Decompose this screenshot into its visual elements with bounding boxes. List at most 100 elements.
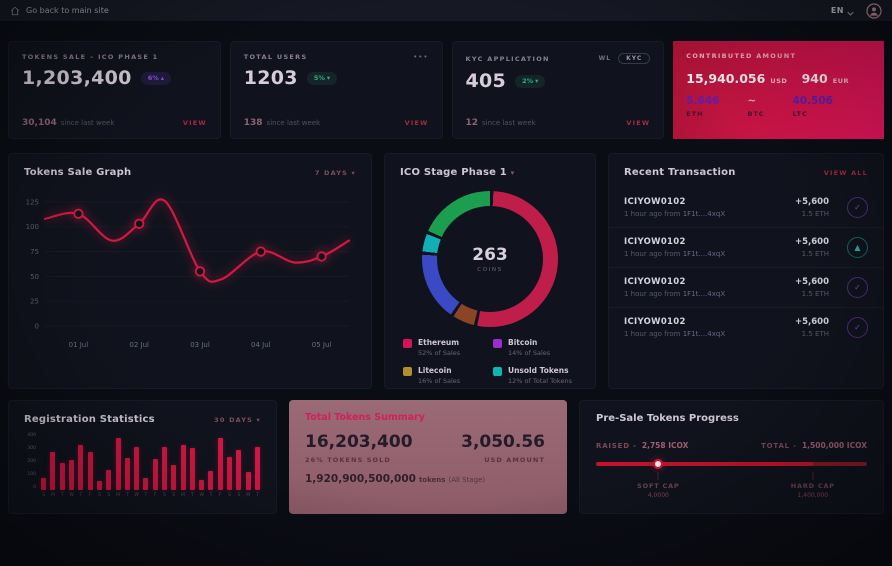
presale-progress-panel: Pre-Sale Tokens Progress RAISED - 2,758 … [579,400,884,514]
bar [141,434,150,490]
panel-title: ICO Stage Phase 1 ▾ [400,167,514,178]
card-kyc-application: KYC APPLICATION WL KYC 405 2% ▾ 12 since… [452,41,665,139]
view-link[interactable]: VIEW [626,119,650,127]
delta-value: 138 [244,118,263,128]
transaction-eth: 1.5 ETH [795,290,829,298]
total-amount: TOTAL - 1,500,000 ICOX [761,433,867,452]
registration-bar-chart: 4003002001000 SMTWTFSSMTWTFSSMTWTFSSMT [9,425,276,498]
crypto-amount: 40.506LTC [792,96,833,118]
slider-handle[interactable] [653,459,663,469]
total-users-value: 1203 [244,67,298,89]
wl-tab[interactable]: WL [599,55,611,62]
transaction-row[interactable]: ICIYOW0102 1 hour ago from 1F1t....4xqX … [609,188,883,227]
check-circle-icon[interactable]: ✓ [847,317,868,338]
card-tokens-sale: TOKENS SALE – ICO PHASE 1 1,203,400 6% ▴… [8,41,221,139]
legend-item-litecoin: Litecoin16% of Sales [403,366,487,385]
legend-swatch [403,339,412,348]
chevron-down-icon [847,1,854,20]
bar-label: F [151,493,160,498]
transaction-row[interactable]: ICIYOW0102 1 hour ago from 1F1t....4xqX … [609,307,883,347]
card-contributed-amount: CONTRIBUTED AMOUNT 15,940.056 USD 940 EU… [673,41,884,139]
change-badge: 5% ▾ [307,72,337,85]
bar [225,434,234,490]
bar-label: S [234,493,243,498]
bar [216,434,225,490]
arrow-down-icon: ▾ [535,77,538,85]
donut-center-label: COINS [477,267,502,273]
ico-stage-donut-chart: 263 COINS [422,191,558,327]
bottom-row: Registration Statistics 30 DAYS ▾ 400300… [8,400,884,514]
legend-item-unsold-tokens: Unsold Tokens12% of Total Tokens [493,366,577,385]
transaction-amount: +5,600 [795,237,829,247]
svg-text:0: 0 [35,323,39,331]
transaction-row[interactable]: ICIYOW0102 1 hour ago from 1F1t....4xqX … [609,227,883,267]
bar-label: S [104,493,113,498]
topbar: Go back to main site EN [0,0,892,22]
bar [48,434,57,490]
all-stage-value: 1,920,900,500,000 [305,473,416,485]
bar [104,434,113,490]
bar [178,434,187,490]
bar-label: T [76,493,85,498]
chevron-down-icon: ▾ [511,169,515,177]
bar [85,434,94,490]
arrow-down-icon: ▾ [327,74,330,82]
delta-note: since last week [61,119,115,127]
topbar-right: EN [831,1,882,20]
panel-title: Recent Transaction [624,167,736,178]
transaction-amount: +5,600 [795,317,829,327]
view-link[interactable]: VIEW [183,119,207,127]
kyc-tab[interactable]: KYC [618,53,650,64]
bar-label: M [113,493,122,498]
crypto-amount: ~BTC [747,96,764,118]
bar-label: T [123,493,132,498]
bar-label: T [188,493,197,498]
eur-amount: 940 EUR [802,68,849,87]
usd-amount-value: 3,050.56 [461,432,545,452]
check-circle-icon[interactable]: ✓ [847,197,868,218]
hard-cap-label: HARD CAP 1,400,000 [791,482,835,499]
bar [95,434,104,490]
legend-item-ethereum: Ethereum52% of Sales [403,338,487,357]
view-link[interactable]: VIEW [405,119,429,127]
language-selector[interactable]: EN [831,1,854,20]
donut-center: 263 COINS [437,206,543,312]
hard-cap-tick [812,472,813,480]
bar-chart-x-labels: SMTWTFSSMTWTFSSMTWTFSSMT [39,493,262,498]
triangle-circle-icon[interactable]: ▲ [847,237,868,258]
back-label: Go back to main site [26,6,109,15]
bar [76,434,85,490]
range-dropdown[interactable]: 7 DAYS ▾ [315,169,356,177]
bar-label: M [48,493,57,498]
crypto-amount: 5.646ETH [686,96,719,118]
bar-label: T [206,493,215,498]
user-avatar[interactable] [866,3,882,19]
bar-label: M [178,493,187,498]
more-options-icon[interactable]: ••• [413,55,428,59]
presale-progress-slider[interactable]: SOFT CAP 4,0000 HARD CAP 1,400,000 [596,462,867,466]
dashboard-content: TOKENS SALE – ICO PHASE 1 1,203,400 6% ▴… [0,22,892,514]
bar [234,434,243,490]
total-tokens-summary-panel: Total Tokens Summary 16,203,400 26% TOKE… [289,400,567,514]
bar-label: S [225,493,234,498]
transaction-meta: 1 hour ago from 1F1t....4xqX [624,290,795,298]
card-total-users: TOTAL USERS ••• 1203 5% ▾ 138 since last… [230,41,443,139]
view-all-link[interactable]: VIEW ALL [824,169,868,177]
registration-statistics-panel: Registration Statistics 30 DAYS ▾ 400300… [8,400,277,514]
back-to-main-site-link[interactable]: Go back to main site [10,1,109,20]
check-circle-icon[interactable]: ✓ [847,277,868,298]
panel-title: Total Tokens Summary [305,412,551,423]
svg-text:04 Jul: 04 Jul [251,341,271,349]
transaction-meta: 1 hour ago from 1F1t....4xqX [624,210,795,218]
bar [113,434,122,490]
svg-text:03 Jul: 03 Jul [190,341,210,349]
all-stage-tokens: 1,920,900,500,000tokens(All Stage) [305,473,551,485]
range-dropdown[interactable]: 30 DAYS ▾ [214,416,261,424]
transaction-amount: +5,600 [795,277,829,287]
transaction-id: ICIYOW0102 [624,197,795,207]
bar [253,434,262,490]
transaction-row[interactable]: ICIYOW0102 1 hour ago from 1F1t....4xqX … [609,267,883,307]
delta-value: 30,104 [22,118,57,128]
svg-text:100: 100 [26,223,39,231]
usd-amount: 15,940.056 USD [686,68,787,87]
